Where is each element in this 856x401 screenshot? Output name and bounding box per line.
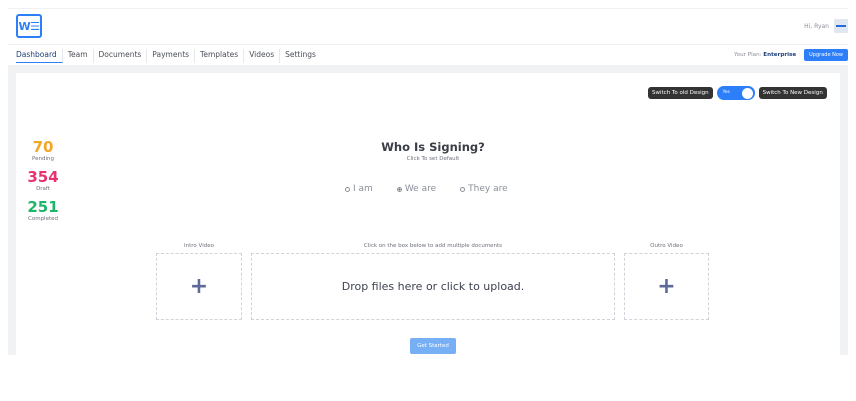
intro-video-upload[interactable]: + [156,253,242,320]
draft-count[interactable]: 354 [18,168,68,186]
tab-settings[interactable]: Settings [280,49,321,63]
tab-templates[interactable]: Templates [195,49,245,63]
top-bar: W☰ Hi, Ryan [8,8,848,44]
draft-label: Draft [36,186,50,192]
signing-title: Who Is Signing? [381,140,485,154]
completed-count[interactable]: 251 [18,198,68,216]
get-started-button[interactable]: Get Started [410,338,456,354]
greeting: Hi, Ryan [804,22,829,30]
radio-label: I am [353,184,373,194]
document-dropzone[interactable]: Drop files here or click to upload. [251,253,615,320]
pending-label: Pending [32,156,54,162]
plan-text: Your Plan: Enterprise [734,52,797,58]
signer-options: I am We are They are [345,184,508,194]
radio-i-am[interactable]: I am [345,184,373,194]
tab-videos[interactable]: Videos [244,49,281,63]
tab-dashboard[interactable]: Dashboard [16,49,63,63]
radio-we-are[interactable]: We are [396,184,437,194]
pending-count[interactable]: 70 [18,138,68,156]
nav-tabs: Dashboard Team Documents Payments Templa… [16,49,321,63]
user-menu[interactable]: Hi, Ryan [804,19,848,33]
main-nav: Dashboard Team Documents Payments Templa… [8,44,848,65]
dropzone-text: Drop files here or click to upload. [341,280,525,293]
radio-dot-selected [396,186,402,192]
design-toggle-switch[interactable]: Yes [716,86,755,100]
documents-label: Click on the box below to add multiple d… [363,243,503,249]
completed-label: Completed [28,216,58,222]
logo[interactable]: W☰ [16,14,42,38]
tab-payments[interactable]: Payments [147,49,196,63]
outro-video-upload[interactable]: + [624,253,709,320]
upgrade-button[interactable]: Upgrade Now [804,49,848,61]
avatar[interactable] [834,19,848,33]
signing-heading: Who Is Signing? Click To set Default [373,140,493,162]
stats-panel: 70 Pending 354 Draft 251 Completed [18,138,68,228]
outro-video-label: Outro Video [650,243,683,249]
radio-dot [460,186,466,192]
intro-video-label: Intro Video [184,243,214,249]
toggle-text: Yes [722,90,730,95]
design-toggle-area: Switch To old Design Yes Switch To New D… [648,86,827,100]
plus-icon: + [657,273,676,299]
radio-dot [345,186,350,192]
radio-label: They are [468,184,508,194]
new-design-label: Switch To New Design [758,87,827,99]
radio-they-are[interactable]: They are [460,184,508,194]
radio-label: We are [404,184,437,194]
plus-icon: + [189,273,209,299]
tab-team[interactable]: Team [63,49,94,63]
old-design-label: Switch To old Design [648,87,713,99]
plan-info: Your Plan: Enterprise Upgrade Now [734,49,848,61]
signing-subtitle: Click To set Default [406,156,460,162]
tab-documents[interactable]: Documents [94,49,148,63]
